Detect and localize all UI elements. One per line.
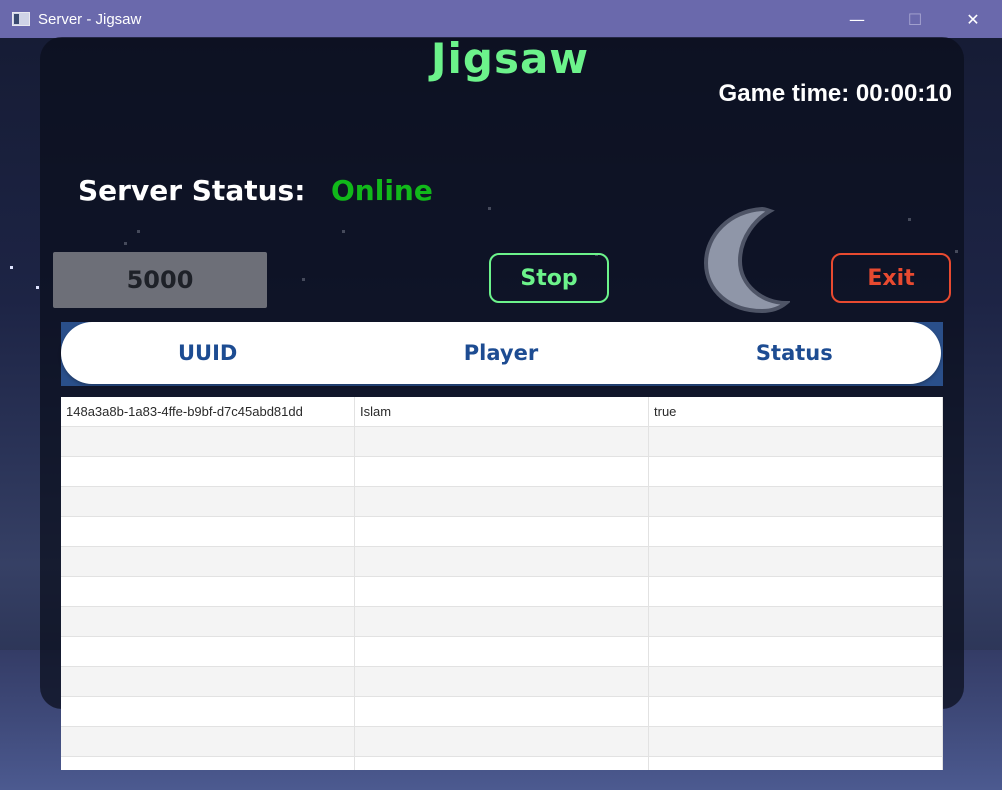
empty-cell: [649, 607, 943, 636]
column-header-uuid[interactable]: UUID: [61, 322, 354, 384]
empty-cell: [61, 577, 355, 606]
port-input[interactable]: [53, 252, 267, 308]
window-title: Server - Jigsaw: [38, 10, 142, 28]
table-row-empty: [61, 607, 943, 637]
empty-cell: [649, 667, 943, 696]
table-row-empty: [61, 757, 943, 770]
empty-cell: [61, 667, 355, 696]
table-row-empty: [61, 517, 943, 547]
column-header-player[interactable]: Player: [354, 322, 647, 384]
server-status-label: Server Status:: [78, 174, 306, 207]
empty-cell: [355, 457, 649, 486]
empty-cell: [355, 487, 649, 516]
star: [10, 266, 13, 269]
window-titlebar: Server - Jigsaw — ☐ ✕: [0, 0, 1002, 38]
close-button[interactable]: ✕: [944, 0, 1002, 38]
empty-cell: [649, 427, 943, 456]
empty-cell: [355, 577, 649, 606]
star: [36, 286, 39, 289]
empty-cell: [649, 577, 943, 606]
empty-cell: [61, 727, 355, 756]
app-window-icon: [12, 12, 30, 26]
game-time: Game time: 00:00:10: [718, 80, 952, 107]
empty-cell: [649, 457, 943, 486]
table-row-empty: [61, 427, 943, 457]
empty-cell: [649, 727, 943, 756]
empty-cell: [355, 757, 649, 770]
stop-button[interactable]: Stop: [489, 253, 609, 303]
empty-cell: [61, 637, 355, 666]
empty-cell: [355, 607, 649, 636]
empty-cell: [355, 517, 649, 546]
empty-cell: [649, 517, 943, 546]
empty-cell: [61, 487, 355, 516]
column-header-status[interactable]: Status: [648, 322, 941, 384]
empty-cell: [61, 547, 355, 576]
empty-cell: [61, 697, 355, 726]
table-row-empty: [61, 727, 943, 757]
table-row[interactable]: 148a3a8b-1a83-4ffe-b9bf-d7c45abd81dd Isl…: [61, 397, 943, 427]
table-row-empty: [61, 547, 943, 577]
empty-cell: [649, 697, 943, 726]
table-row-empty: [61, 487, 943, 517]
table-row-empty: [61, 457, 943, 487]
empty-cell: [61, 457, 355, 486]
cell-uuid: 148a3a8b-1a83-4ffe-b9bf-d7c45abd81dd: [61, 397, 355, 426]
table-row-empty: [61, 697, 943, 727]
table-body[interactable]: 148a3a8b-1a83-4ffe-b9bf-d7c45abd81dd Isl…: [61, 397, 943, 770]
window-controls: — ☐ ✕: [828, 0, 1002, 38]
empty-cell: [649, 547, 943, 576]
empty-cell: [61, 427, 355, 456]
maximize-button: ☐: [907, 9, 923, 29]
empty-cell: [61, 757, 355, 770]
empty-cell: [61, 517, 355, 546]
players-table: UUID Player Status 148a3a8b-1a83-4ffe-b9…: [61, 322, 943, 770]
empty-cell: [355, 547, 649, 576]
empty-cell: [355, 697, 649, 726]
cell-player: Islam: [355, 397, 649, 426]
moon-icon: [703, 206, 790, 314]
app-title: Jigsaw: [430, 34, 590, 83]
minimize-button[interactable]: —: [828, 0, 886, 38]
server-status-value: Online: [331, 174, 433, 207]
empty-cell: [355, 667, 649, 696]
empty-cell: [355, 427, 649, 456]
empty-cell: [355, 727, 649, 756]
cell-status: true: [649, 397, 943, 426]
empty-cell: [649, 487, 943, 516]
table-row-empty: [61, 667, 943, 697]
exit-button[interactable]: Exit: [831, 253, 951, 303]
empty-cell: [61, 607, 355, 636]
table-header: UUID Player Status: [61, 322, 941, 384]
empty-cell: [649, 757, 943, 770]
empty-cell: [649, 637, 943, 666]
empty-cell: [355, 637, 649, 666]
table-row-empty: [61, 637, 943, 667]
table-row-empty: [61, 577, 943, 607]
